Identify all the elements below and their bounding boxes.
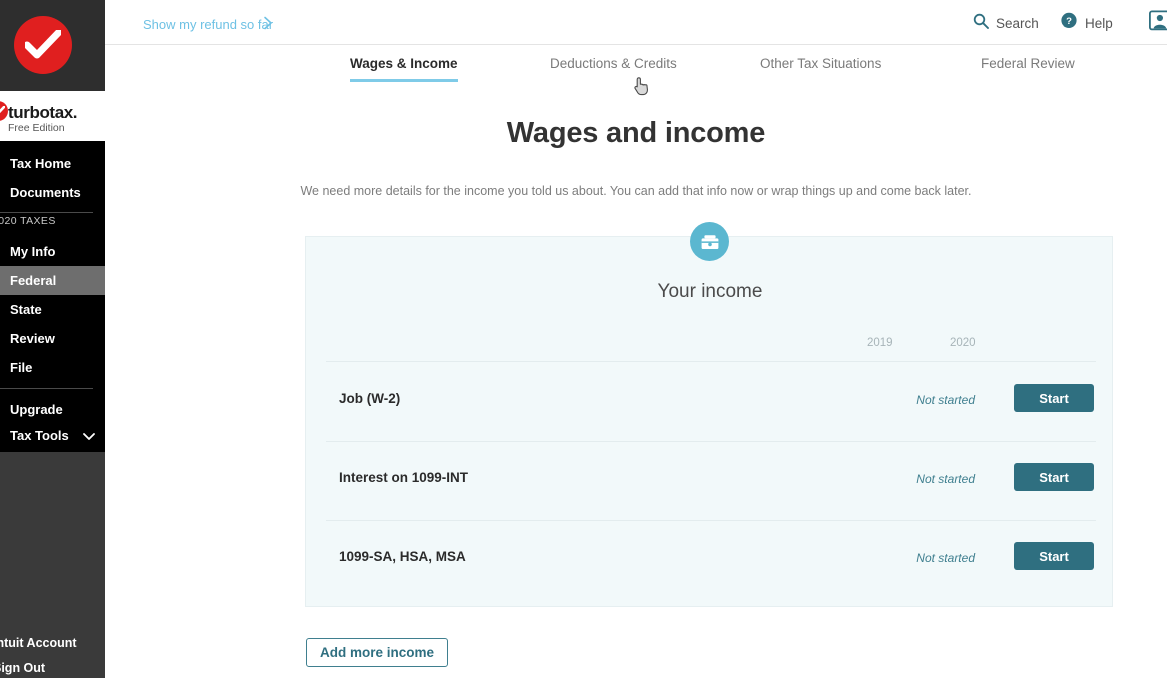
- sidebar-section-label: 2020 TAXES: [0, 215, 56, 227]
- show-refund-link[interactable]: Show my refund so far: [143, 17, 273, 32]
- top-bar: Show my refund so far Search ? Help: [105, 0, 1167, 45]
- brand-block: turbotax. Free Edition: [0, 91, 105, 141]
- status-badge: Not started: [916, 472, 975, 486]
- sidebar-divider-bottom: [0, 388, 93, 389]
- start-button[interactable]: Start: [1014, 463, 1094, 491]
- brand-check-icon: [0, 101, 8, 121]
- help-label: Help: [1085, 15, 1113, 31]
- tab-other-tax-situations[interactable]: Other Tax Situations: [760, 56, 881, 79]
- svg-text:?: ?: [1066, 16, 1072, 27]
- sidebar-item-file[interactable]: File: [0, 353, 105, 382]
- tab-wages-income[interactable]: Wages & Income: [350, 56, 458, 82]
- sidebar-item-sign-out[interactable]: Sign Out: [0, 661, 45, 675]
- chevron-down-icon: [83, 421, 95, 450]
- tab-deductions-credits[interactable]: Deductions & Credits: [550, 56, 677, 79]
- turbotax-check-icon: [14, 16, 72, 74]
- start-button[interactable]: Start: [1014, 542, 1094, 570]
- search-label: Search: [996, 15, 1039, 31]
- avatar-icon: [1149, 10, 1167, 36]
- sidebar-logo-block[interactable]: [0, 0, 105, 91]
- sidebar-item-tax-home[interactable]: Tax Home: [0, 149, 105, 178]
- mouse-cursor-pointer: [632, 76, 649, 101]
- turbotax-app-window: turbotax. Free Edition Tax Home Document…: [0, 0, 1167, 678]
- search-button[interactable]: Search: [973, 12, 1039, 34]
- status-badge: Not started: [916, 393, 975, 407]
- row-label: Interest on 1099-INT: [339, 470, 469, 485]
- row-label: Job (W-2): [339, 391, 401, 406]
- briefcase-icon: [690, 222, 729, 261]
- brand-wordmark: turbotax.: [8, 103, 78, 122]
- income-card: Your income 2019 2020 Job (W-2) Not star…: [305, 236, 1113, 607]
- sidebar-divider-top: [0, 212, 93, 213]
- help-circle-icon: ?: [1060, 12, 1078, 35]
- sidebar-item-tax-tools[interactable]: Tax Tools: [0, 421, 105, 450]
- sidebar-item-intuit-account[interactable]: Intuit Account: [0, 636, 77, 650]
- add-more-income-button[interactable]: Add more income: [306, 638, 448, 667]
- sidebar-item-my-info[interactable]: My Info: [0, 237, 105, 266]
- sidebar-item-federal[interactable]: Federal: [0, 266, 105, 295]
- sidebar-item-state[interactable]: State: [0, 295, 105, 324]
- search-icon: [973, 13, 989, 34]
- sidebar-item-documents[interactable]: Documents: [0, 178, 105, 207]
- status-badge: Not started: [916, 551, 975, 565]
- sidebar-nav: Tax Home Documents 2020 TAXES My Info Fe…: [0, 141, 105, 452]
- table-row: 1099-SA, HSA, MSA Not started Start: [306, 520, 1114, 599]
- sidebar-item-tax-tools-label: Tax Tools: [10, 428, 69, 443]
- start-button[interactable]: Start: [1014, 384, 1094, 412]
- tab-federal-review[interactable]: Federal Review: [981, 56, 1075, 79]
- brand-edition: Free Edition: [8, 122, 65, 134]
- table-row: Interest on 1099-INT Not started Start: [306, 441, 1114, 520]
- chevron-right-icon: [263, 16, 273, 35]
- sidebar-item-review[interactable]: Review: [0, 324, 105, 353]
- year-column-2020: 2020: [950, 337, 976, 349]
- sidebar: turbotax. Free Edition Tax Home Document…: [0, 0, 105, 678]
- help-button[interactable]: ? Help: [1060, 12, 1113, 34]
- avatar[interactable]: [1149, 10, 1167, 36]
- card-heading: Your income: [657, 281, 763, 302]
- row-label: 1099-SA, HSA, MSA: [339, 549, 466, 564]
- sidebar-item-upgrade[interactable]: Upgrade: [0, 395, 105, 424]
- page-title: Wages and income: [506, 117, 766, 149]
- table-row: Job (W-2) Not started Start: [306, 362, 1114, 441]
- year-column-2019: 2019: [867, 337, 893, 349]
- page-subtitle: We need more details for the income you …: [300, 184, 972, 198]
